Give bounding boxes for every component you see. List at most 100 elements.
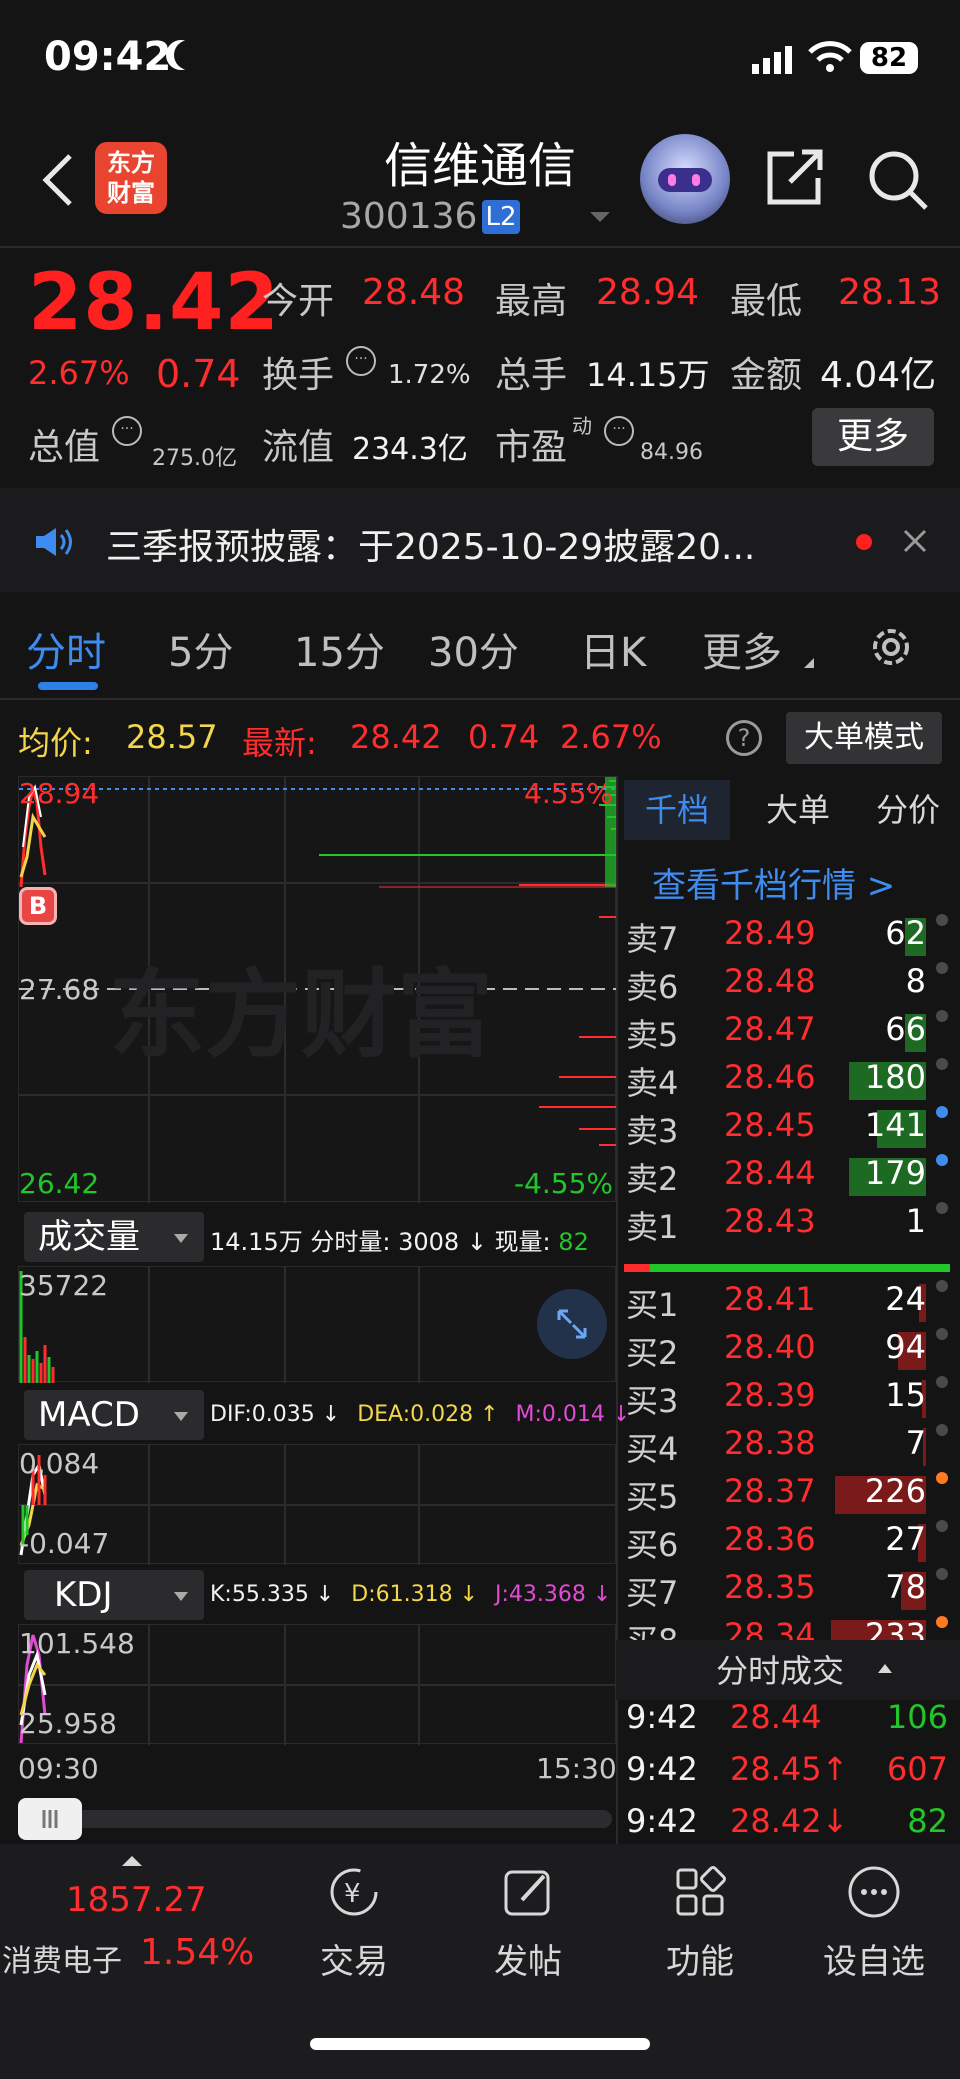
ask-price: 28.46	[724, 1058, 816, 1096]
ask-status-dot	[936, 1058, 948, 1070]
nav-add-watchlist[interactable]: 设自选	[794, 1934, 954, 1983]
volume-indicator-select[interactable]: 成交量	[24, 1212, 204, 1262]
assistant-avatar[interactable]	[640, 134, 730, 224]
chart-watermark: 东方财富	[109, 959, 493, 1071]
bid-row[interactable]: 买7 28.35 78	[622, 1568, 952, 1616]
mktcap-info-icon[interactable]: ···	[112, 416, 142, 446]
turnover-value: 1.72%	[388, 360, 471, 390]
change-pct: 2.67%	[28, 354, 130, 392]
trades-header[interactable]: 分时成交	[716, 1646, 844, 1692]
logo-text: 东方财富	[107, 149, 155, 207]
ask-row[interactable]: 卖3 28.45 141	[622, 1106, 952, 1154]
mktcap-label: 总值	[28, 427, 101, 468]
notice-text[interactable]: 三季报预披露：于2025-10-29披露20...	[106, 518, 755, 570]
trade-time: 9:42	[626, 1802, 698, 1840]
ask-row[interactable]: 卖1 28.43 1	[622, 1202, 952, 1250]
trade-icon[interactable]: ¥	[326, 1864, 382, 1920]
bid-row[interactable]: 买4 28.38 7	[622, 1424, 952, 1472]
bid-price: 28.35	[724, 1568, 816, 1606]
tab-5min[interactable]: 5分	[168, 620, 233, 678]
level2-badge: L2	[482, 200, 520, 234]
nav-post[interactable]: 发帖	[448, 1934, 608, 1983]
help-icon[interactable]: ?	[726, 720, 762, 756]
status-time: 09:42	[44, 34, 172, 80]
ask-price: 28.43	[724, 1202, 816, 1240]
ask-row[interactable]: 卖5 28.47 66	[622, 1010, 952, 1058]
volume-total: 14.15万	[210, 1228, 303, 1256]
ask-row[interactable]: 卖4 28.46 180	[622, 1058, 952, 1106]
tab-more[interactable]: 更多	[702, 620, 782, 678]
open-value: 28.48	[362, 272, 466, 313]
chart-scroll-track[interactable]	[18, 1810, 612, 1828]
chevron-down-icon	[174, 1592, 188, 1601]
kdj-indicator-select[interactable]: KDJ	[24, 1570, 204, 1620]
close-icon[interactable]	[902, 528, 928, 554]
back-button[interactable]	[38, 150, 78, 210]
intraday-chart[interactable]: 东方财富 28.94 4.55% 27.68 26.42 -4.55% B	[18, 776, 617, 1203]
buy-marker[interactable]: B	[19, 887, 57, 925]
bid-row[interactable]: 买6 28.36 27	[622, 1520, 952, 1568]
macd-dea: DEA:0.028 ↑	[357, 1402, 499, 1427]
settings-icon[interactable]	[866, 622, 916, 672]
chart-min-pct: -4.55%	[513, 1167, 613, 1200]
index-pct[interactable]: 1.54%	[140, 1932, 254, 1973]
pe-info-icon[interactable]: ···	[604, 416, 634, 446]
post-icon[interactable]	[500, 1864, 556, 1920]
bid-price: 28.39	[724, 1376, 816, 1414]
expand-icon[interactable]	[537, 1289, 607, 1359]
trade-volume: 607	[886, 1750, 948, 1788]
ask-status-dot	[936, 1010, 948, 1022]
chart-scroll-handle[interactable]	[18, 1798, 82, 1840]
bid-volume: 7	[905, 1424, 926, 1462]
stock-name: 信维通信	[383, 138, 576, 194]
index-name[interactable]: 消费电子	[2, 1936, 122, 1980]
bid-row[interactable]: 买2 28.40 94	[622, 1328, 952, 1376]
bid-level-label: 买3	[626, 1382, 679, 1420]
orderbook-tab-big-order[interactable]: 大单	[748, 780, 848, 840]
home-indicator[interactable]	[310, 2038, 650, 2050]
trade-price: 28.44	[730, 1698, 822, 1736]
volume-label: 总手	[495, 355, 568, 396]
more-quote-button[interactable]: 更多	[812, 408, 934, 466]
time-axis-start: 09:30	[18, 1752, 99, 1785]
function-icon[interactable]	[672, 1864, 728, 1920]
tab-15min[interactable]: 15分	[294, 620, 385, 678]
view-qiandang-link[interactable]: 查看千档行情 >	[652, 858, 895, 907]
tab-daily-k[interactable]: 日K	[580, 620, 646, 678]
orderbook-tab-price[interactable]: 分价	[858, 780, 958, 840]
nav-function[interactable]: 功能	[620, 1934, 780, 1983]
ask-price: 28.45	[724, 1106, 816, 1144]
ask-level-label: 卖7	[626, 920, 679, 958]
dropdown-caret-icon[interactable]	[590, 212, 610, 222]
ask-row[interactable]: 卖6 28.48 8	[622, 962, 952, 1010]
big-order-mode-button[interactable]: 大单模式	[786, 712, 942, 764]
avg-label: 均价:	[18, 724, 93, 762]
minute-volume-arrow: ↓	[466, 1228, 487, 1256]
ask-level-label: 卖1	[626, 1208, 679, 1246]
tab-30min[interactable]: 30分	[428, 620, 519, 678]
ask-row[interactable]: 卖7 28.49 62	[622, 914, 952, 962]
ask-status-dot	[936, 1154, 948, 1166]
trade-price: 28.42↓	[730, 1802, 849, 1840]
index-expand-caret-icon[interactable]	[122, 1856, 142, 1866]
search-icon[interactable]	[866, 148, 930, 212]
add-watchlist-icon[interactable]	[846, 1864, 902, 1920]
ask-row[interactable]: 卖2 28.44 179	[622, 1154, 952, 1202]
volume-chart[interactable]: 35722	[18, 1266, 616, 1383]
turnover-info-icon[interactable]: ···	[346, 346, 376, 376]
bid-level-label: 买2	[626, 1334, 679, 1372]
macd-indicator-select[interactable]: MACD	[24, 1390, 204, 1440]
bid-row[interactable]: 买3 28.39 15	[622, 1376, 952, 1424]
nav-trade[interactable]: 交易	[274, 1934, 434, 1983]
tab-intraday[interactable]: 分时	[26, 620, 106, 678]
share-icon[interactable]	[764, 146, 826, 208]
orderbook-tab-qiandang[interactable]: 千档	[624, 780, 730, 840]
bid-row[interactable]: 买5 28.37 226	[622, 1472, 952, 1520]
index-value[interactable]: 1857.27	[66, 1880, 207, 1920]
float-value: 234.3亿	[352, 432, 468, 467]
battery-indicator: 82	[860, 42, 918, 74]
bid-row[interactable]: 买1 28.41 24	[622, 1280, 952, 1328]
tab-more-caret-icon	[804, 658, 814, 668]
macd-chart[interactable]: 0.084 -0.047	[18, 1444, 617, 1565]
kdj-chart[interactable]: 101.548 25.958	[18, 1624, 617, 1745]
